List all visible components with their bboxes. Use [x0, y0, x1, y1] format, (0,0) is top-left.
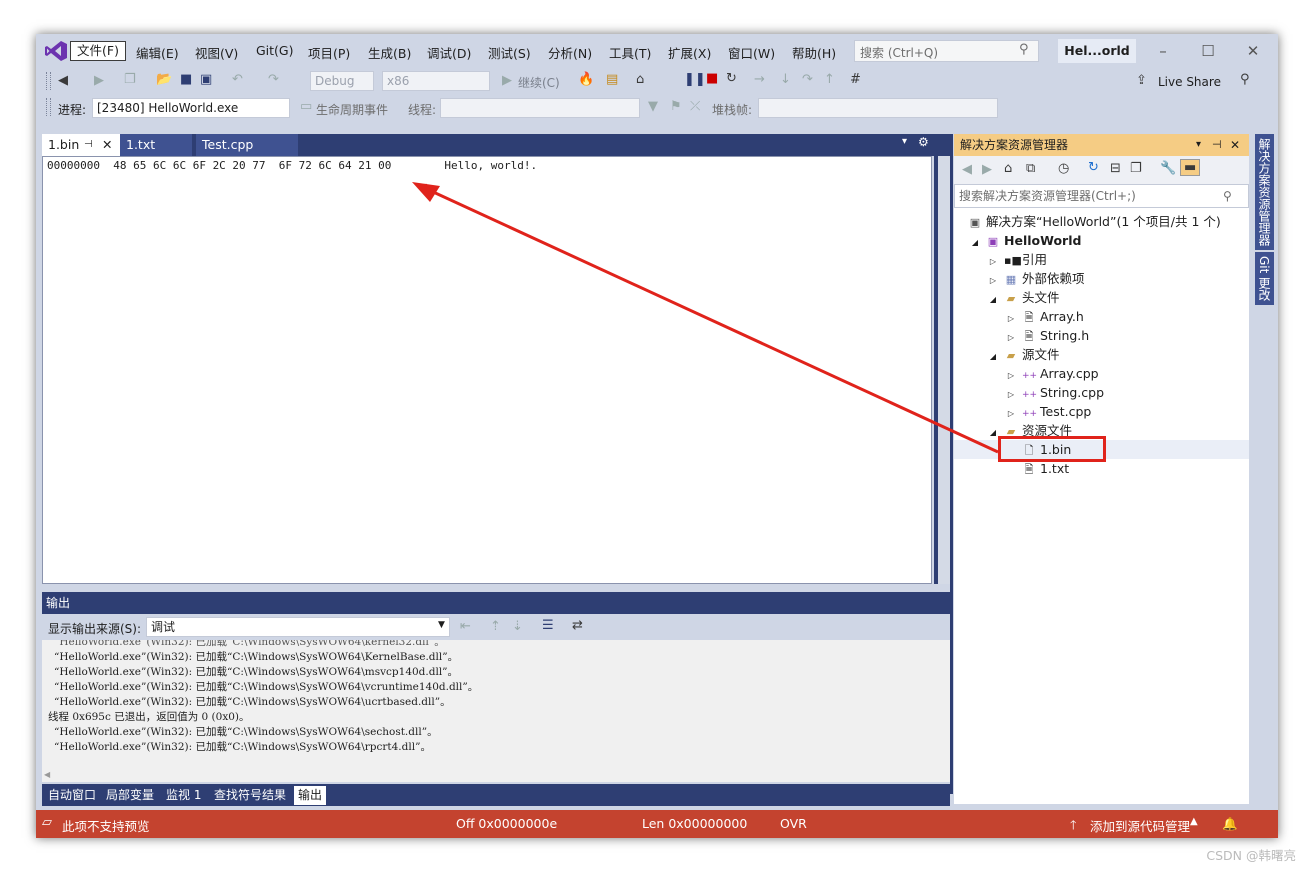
watermark: CSDN @韩曙亮 — [1206, 848, 1296, 863]
annotation-arrow — [412, 182, 999, 454]
